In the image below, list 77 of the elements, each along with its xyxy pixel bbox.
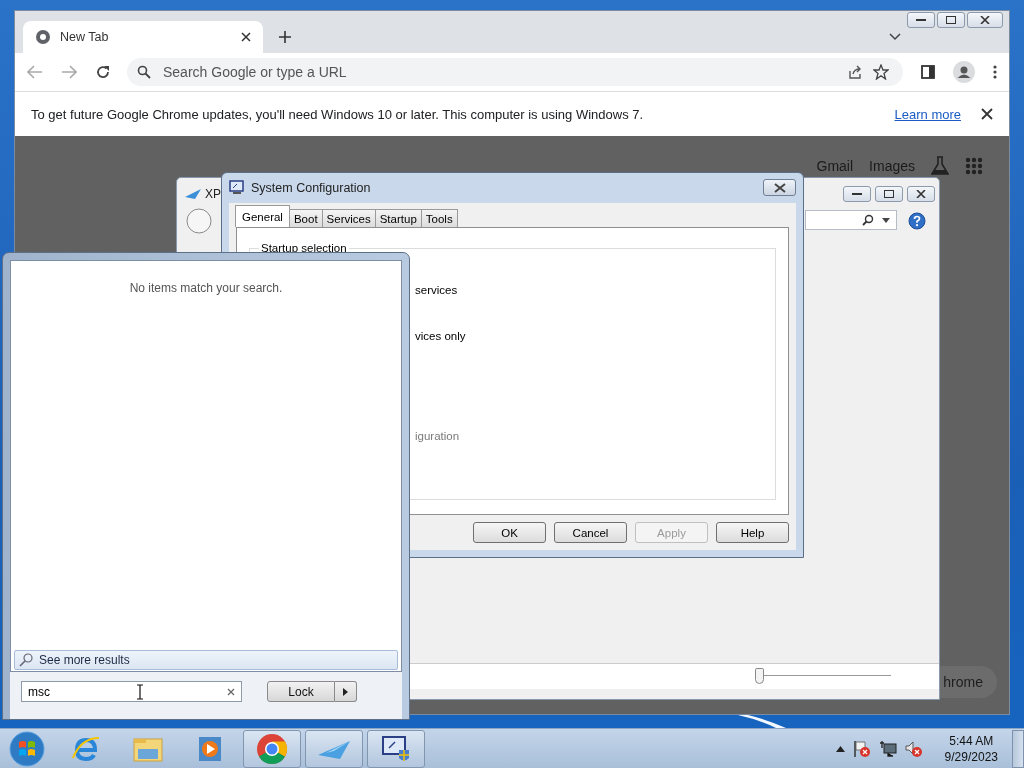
- minimize-button[interactable]: [907, 12, 935, 28]
- close-button[interactable]: [967, 12, 1003, 28]
- monitor-icon: [229, 180, 245, 196]
- apps-grid-icon[interactable]: [965, 157, 983, 175]
- flask-icon[interactable]: [931, 156, 949, 176]
- wallpaper-streak: [738, 715, 788, 728]
- no-results-message: No items match your search.: [129, 281, 283, 295]
- play-icon: [197, 734, 223, 763]
- flag-icon[interactable]: [852, 739, 871, 758]
- dialog-button[interactable]: Cancel: [554, 522, 627, 543]
- tab[interactable]: General: [235, 205, 290, 227]
- new-tab-icon[interactable]: [279, 31, 291, 43]
- close-button[interactable]: [763, 179, 796, 196]
- taskbar-button[interactable]: [367, 729, 425, 768]
- minimize-icon: [916, 18, 926, 22]
- maximize-button[interactable]: [937, 12, 965, 28]
- profile-icon[interactable]: [953, 61, 975, 83]
- window-title: System Configuration: [251, 181, 371, 195]
- tab[interactable]: Tools: [420, 209, 458, 227]
- start-button-icon[interactable]: [9, 730, 45, 767]
- option-label: vices only: [415, 330, 466, 342]
- search-icon: [862, 214, 874, 226]
- browser-tab[interactable]: New Tab: [23, 21, 263, 53]
- update-message: To get future Google Chrome updates, you'll need Windows 10 or later. This computer is using Windows 7.: [31, 106, 645, 122]
- restore-icon: [946, 16, 956, 24]
- minimize-button[interactable]: [843, 186, 871, 202]
- close-button[interactable]: [907, 186, 935, 202]
- maximize-button[interactable]: [875, 186, 903, 202]
- lock-button[interactable]: Lock: [267, 681, 335, 702]
- dialog-button[interactable]: Help: [716, 522, 789, 543]
- show-hidden-icons-icon[interactable]: [835, 745, 845, 752]
- taskbar-button[interactable]: [243, 729, 301, 768]
- close-icon: [980, 16, 990, 24]
- reload-icon[interactable]: [95, 64, 111, 80]
- network-icon[interactable]: [878, 739, 897, 758]
- plane-icon: [185, 189, 201, 199]
- clock[interactable]: 5:44 AM 9/29/2023: [938, 732, 1004, 765]
- window-title: XP: [205, 187, 221, 201]
- plane-icon: [318, 738, 350, 759]
- chrome-icon: [256, 732, 288, 765]
- search-icon: [137, 65, 151, 79]
- star-icon[interactable]: [873, 64, 889, 80]
- minimize-icon: [852, 192, 862, 196]
- side-panel-icon[interactable]: [921, 65, 935, 79]
- share-icon[interactable]: [847, 64, 863, 80]
- power-options-button[interactable]: [335, 681, 357, 702]
- clear-icon[interactable]: [227, 687, 235, 696]
- help-icon[interactable]: [908, 212, 926, 230]
- address-bar[interactable]: Search Google or type a URL: [127, 58, 903, 86]
- clock-date: 9/29/2023: [944, 748, 998, 765]
- close-icon[interactable]: [981, 108, 993, 120]
- tab[interactable]: Startup: [374, 209, 422, 227]
- see-more-results-button[interactable]: See more results: [14, 650, 398, 670]
- search-icon: [19, 653, 33, 667]
- text-cursor-icon: [136, 683, 144, 700]
- restore-icon: [884, 190, 894, 198]
- muted-speaker-icon[interactable]: [904, 739, 923, 758]
- menu-icon[interactable]: [993, 65, 997, 79]
- monitor-icon: [381, 733, 411, 764]
- caret-icon: [343, 687, 348, 696]
- caret-icon: [882, 217, 890, 223]
- search-dropdown[interactable]: [805, 210, 897, 230]
- option-label: iguration: [415, 430, 460, 442]
- close-icon: [773, 182, 786, 193]
- option-label: services: [415, 284, 458, 296]
- close-icon[interactable]: [241, 32, 251, 42]
- dialog-button[interactable]: OK: [473, 522, 546, 543]
- caret-icon[interactable]: [889, 33, 901, 41]
- back-button-icon[interactable]: [186, 208, 212, 234]
- close-icon: [916, 190, 926, 198]
- clock-time: 5:44 AM: [949, 732, 994, 749]
- search-field[interactable]: msc: [21, 681, 242, 702]
- zoom-slider[interactable]: [755, 668, 891, 684]
- chrome-icon: [35, 29, 51, 45]
- tab[interactable]: Services: [321, 209, 376, 227]
- tab[interactable]: Boot: [288, 209, 323, 227]
- learn-more-link[interactable]: Learn more: [894, 106, 961, 122]
